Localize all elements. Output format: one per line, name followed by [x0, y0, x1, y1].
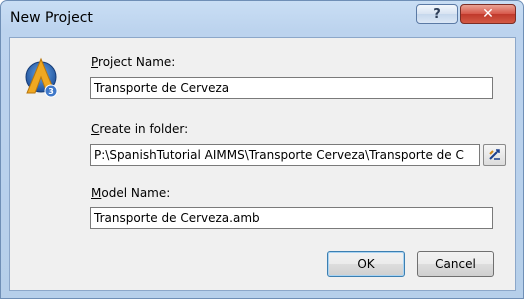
model-name-input[interactable]: Transporte de Cerveza.amb: [90, 207, 493, 229]
help-button[interactable]: ?: [416, 4, 458, 24]
model-name-label: Model Name:: [91, 186, 170, 200]
dialog-body: 3 Project Name: Transporte de Cerveza Cr…: [9, 37, 516, 291]
help-icon: ?: [433, 6, 441, 22]
project-name-mnemonic: P: [91, 55, 99, 69]
create-in-folder-label: Create in folder:: [91, 122, 188, 136]
model-name-label-text: odel Name:: [101, 186, 171, 200]
browse-folder-button[interactable]: [483, 144, 506, 166]
model-name-mnemonic: M: [91, 186, 102, 200]
project-name-label-text: roject Name:: [98, 55, 176, 69]
version-badge: 3: [48, 87, 54, 96]
close-icon: ✕: [482, 6, 494, 22]
cancel-button[interactable]: Cancel: [417, 251, 494, 277]
project-name-input[interactable]: Transporte de Cerveza: [90, 77, 493, 99]
project-name-label: Project Name:: [91, 55, 175, 69]
browse-icon: [488, 149, 500, 160]
close-button[interactable]: ✕: [460, 4, 516, 24]
window-title: New Project: [10, 10, 93, 26]
aimms-logo-icon: 3: [25, 57, 58, 98]
title-bar[interactable]: New Project ? ✕: [1, 1, 523, 37]
create-in-folder-label-text: reate in folder:: [99, 122, 189, 136]
create-in-folder-input[interactable]: P:\SpanishTutorial AIMMS\Transporte Cerv…: [90, 144, 480, 166]
ok-button[interactable]: OK: [327, 251, 405, 277]
new-project-dialog: New Project ? ✕ 3 Project Name: Transpor…: [0, 0, 524, 299]
